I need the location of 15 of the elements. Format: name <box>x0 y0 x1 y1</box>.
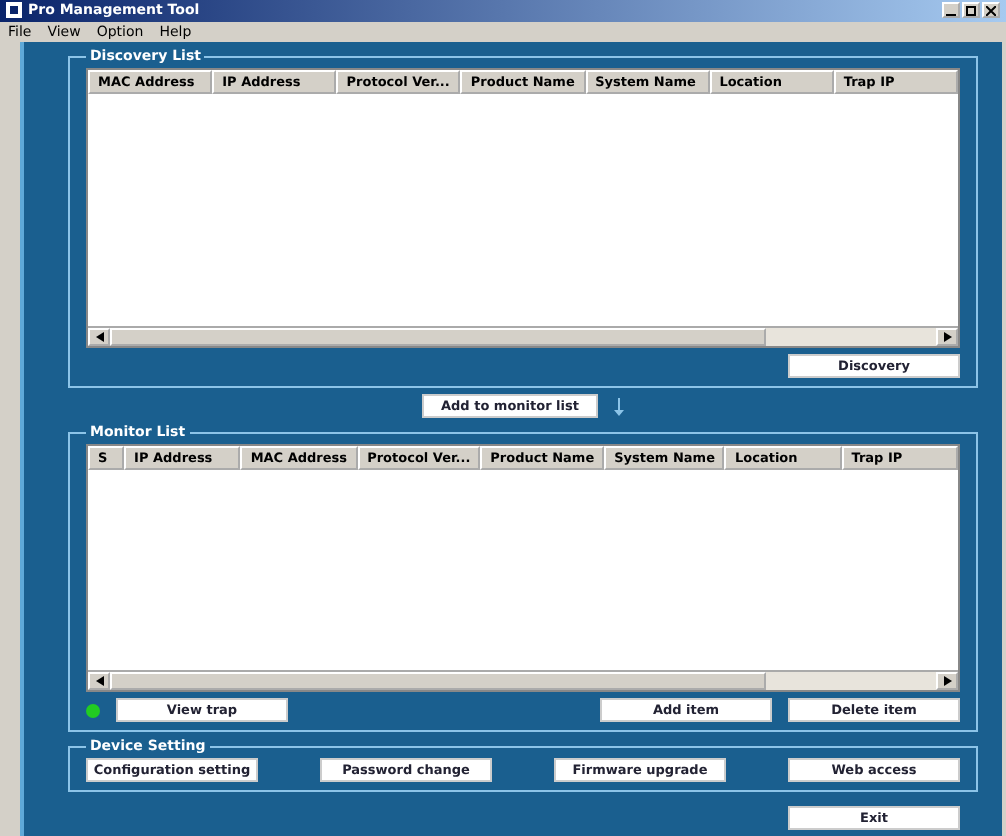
scroll-thumb[interactable] <box>110 672 767 690</box>
horizontal-scrollbar[interactable] <box>88 670 958 690</box>
maximize-icon <box>966 5 976 16</box>
right-arrow-icon[interactable] <box>943 676 951 686</box>
horizontal-scrollbar[interactable] <box>88 326 958 346</box>
close-icon <box>986 5 996 16</box>
down-arrow-icon <box>614 397 624 415</box>
maximize-button[interactable] <box>962 2 980 19</box>
left-arrow-icon[interactable] <box>95 676 103 686</box>
right-arrow-icon[interactable] <box>943 332 951 342</box>
scroll-thumb[interactable] <box>110 328 767 346</box>
close-button[interactable] <box>982 2 1000 19</box>
app-icon <box>6 2 22 19</box>
minimize-button[interactable] <box>942 2 960 19</box>
left-arrow-icon[interactable] <box>95 332 103 342</box>
